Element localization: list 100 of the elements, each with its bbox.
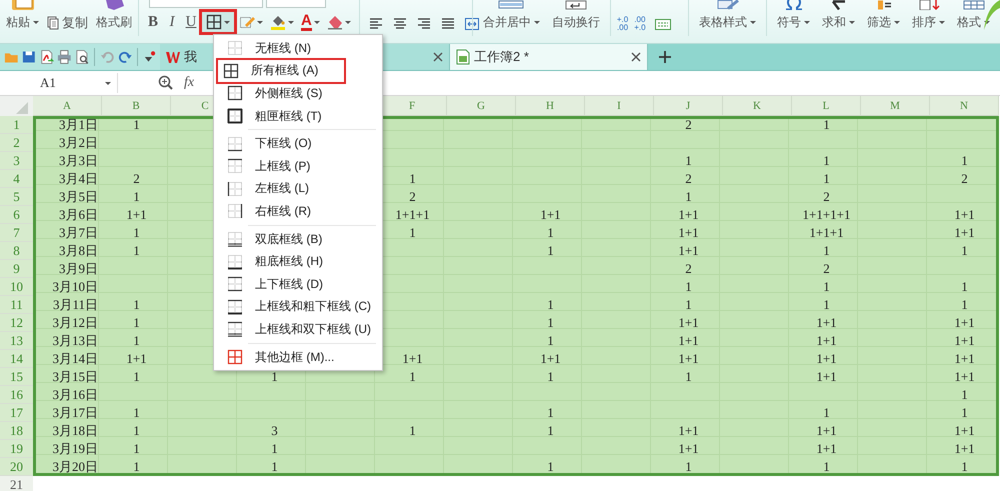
- font-color-button[interactable]: A: [299, 12, 322, 32]
- row-header[interactable]: 2: [0, 134, 33, 152]
- pdf-icon[interactable]: [39, 49, 54, 65]
- menu-item[interactable]: 无框线 (N): [218, 37, 378, 60]
- column-header[interactable]: B: [102, 96, 171, 116]
- menu-item[interactable]: 右框线 (R): [218, 200, 378, 223]
- menu-item[interactable]: 双底框线 (B): [218, 228, 378, 250]
- table-cell: 1+1: [954, 441, 975, 456]
- menu-item[interactable]: 上框线和粗下框线 (C): [218, 296, 378, 318]
- column-header[interactable]: I: [585, 96, 654, 116]
- underline-button[interactable]: U: [183, 12, 199, 32]
- table-cell: 3月15日: [52, 369, 98, 384]
- row-header[interactable]: 12: [0, 314, 33, 332]
- sort-button[interactable]: 排序: [912, 14, 945, 31]
- printer-icon[interactable]: [56, 49, 72, 65]
- row-header[interactable]: 20: [0, 458, 33, 476]
- symbol-button[interactable]: 符号: [777, 14, 810, 31]
- row-header[interactable]: 4: [0, 170, 33, 188]
- row-header[interactable]: 7: [0, 224, 33, 242]
- row-header[interactable]: 5: [0, 188, 33, 206]
- top-double-bottom-border-icon: [227, 321, 243, 338]
- column-header[interactable]: J: [654, 96, 723, 116]
- menu-item[interactable]: 上下框线 (D): [218, 272, 378, 296]
- row-header[interactable]: 19: [0, 440, 33, 458]
- menu-item[interactable]: 其他边框 (M)...: [218, 346, 378, 368]
- name-box[interactable]: A1: [0, 73, 118, 93]
- font-name-field[interactable]: [149, 0, 263, 8]
- row-header[interactable]: 14: [0, 350, 33, 368]
- bold-button[interactable]: B: [145, 12, 161, 32]
- table-cell: 1: [133, 405, 140, 420]
- table-cell: 1: [823, 117, 830, 132]
- merge-button[interactable]: 合并居中: [482, 14, 540, 31]
- save-icon[interactable]: [22, 49, 36, 65]
- right-border-icon: [227, 203, 243, 220]
- menu-item[interactable]: 左框线 (L): [218, 178, 378, 200]
- column-header[interactable]: N: [930, 96, 999, 116]
- row-header[interactable]: 10: [0, 278, 33, 296]
- column-header[interactable]: A: [33, 96, 102, 116]
- brush-button[interactable]: 格式刷: [96, 14, 132, 31]
- customize-caret-icon[interactable]: [143, 50, 156, 64]
- borders-button[interactable]: [202, 12, 234, 32]
- table-grid-icon: [962, 0, 984, 10]
- eraser-icon: [326, 14, 343, 30]
- row-header[interactable]: 15: [0, 368, 33, 386]
- row-header[interactable]: 3: [0, 152, 33, 170]
- all-borders-icon: [223, 62, 239, 79]
- copy-button[interactable]: 复制: [47, 14, 88, 32]
- table-cell: 2: [133, 171, 140, 186]
- insert-function-button[interactable]: fx: [184, 75, 194, 91]
- table-cell: 1: [271, 369, 278, 384]
- table-cell: 3月8日: [59, 243, 98, 258]
- no-border-icon: [227, 40, 243, 56]
- zoom-icon[interactable]: [158, 75, 174, 91]
- table-cell: 3月4日: [59, 171, 98, 186]
- column-header[interactable]: H: [516, 96, 585, 116]
- column-header[interactable]: M: [861, 96, 930, 116]
- row-header[interactable]: 16: [0, 386, 33, 404]
- row-header[interactable]: 18: [0, 422, 33, 440]
- increase-decimal-button[interactable]: +.0 .00: [616, 16, 628, 32]
- table-cell: 3月17日: [52, 405, 98, 420]
- table-cell: 1+1+1: [395, 207, 430, 222]
- row-header[interactable]: 11: [0, 296, 33, 314]
- left-border-icon: [227, 180, 243, 197]
- table-cell: 3月14日: [52, 351, 98, 366]
- row-header[interactable]: 9: [0, 260, 33, 278]
- print-preview-icon[interactable]: [74, 49, 90, 65]
- menu-item[interactable]: 上框线和双下框线 (U): [218, 318, 378, 341]
- document-tab[interactable]: 工作簿2 *: [450, 44, 648, 70]
- close-icon[interactable]: [631, 52, 641, 62]
- all-borders-icon: [206, 14, 222, 30]
- row-header[interactable]: 6: [0, 206, 33, 224]
- menu-item[interactable]: 粗底框线 (H): [218, 250, 378, 273]
- decrease-decimal-button[interactable]: .00 +.0: [634, 16, 646, 32]
- row-header[interactable]: 1: [0, 116, 33, 134]
- font-size-field[interactable]: [266, 0, 326, 8]
- wrap-button[interactable]: 自动换行: [552, 14, 600, 31]
- redo-icon[interactable]: [118, 49, 132, 65]
- row-header[interactable]: 17: [0, 404, 33, 422]
- menu-item[interactable]: 上框线 (P): [218, 154, 378, 178]
- menu-item[interactable]: 下框线 (O): [218, 132, 378, 155]
- table-cell: 1: [823, 171, 830, 186]
- table-cell: 3月16日: [52, 387, 98, 402]
- sum-button[interactable]: 求和: [822, 14, 855, 31]
- italic-button[interactable]: I: [164, 12, 180, 32]
- row-header[interactable]: 8: [0, 242, 33, 260]
- filter-button[interactable]: 筛选: [867, 14, 900, 31]
- table-style-button[interactable]: 表格样式: [699, 14, 756, 31]
- table-cell: 1: [961, 405, 968, 420]
- table-cell: 1+1: [954, 333, 975, 348]
- menu-item[interactable]: 所有框线 (A): [218, 60, 344, 82]
- plus-icon[interactable]: [658, 50, 672, 64]
- tab-label: 工作簿2 *: [474, 48, 529, 66]
- paste-button[interactable]: 粘贴: [6, 14, 39, 31]
- row-header[interactable]: 21: [0, 476, 33, 491]
- column-header[interactable]: G: [447, 96, 516, 116]
- column-header[interactable]: K: [723, 96, 792, 116]
- column-header[interactable]: L: [792, 96, 861, 116]
- close-icon[interactable]: [433, 52, 443, 62]
- table-cell: 2: [823, 261, 830, 276]
- row-header[interactable]: 13: [0, 332, 33, 350]
